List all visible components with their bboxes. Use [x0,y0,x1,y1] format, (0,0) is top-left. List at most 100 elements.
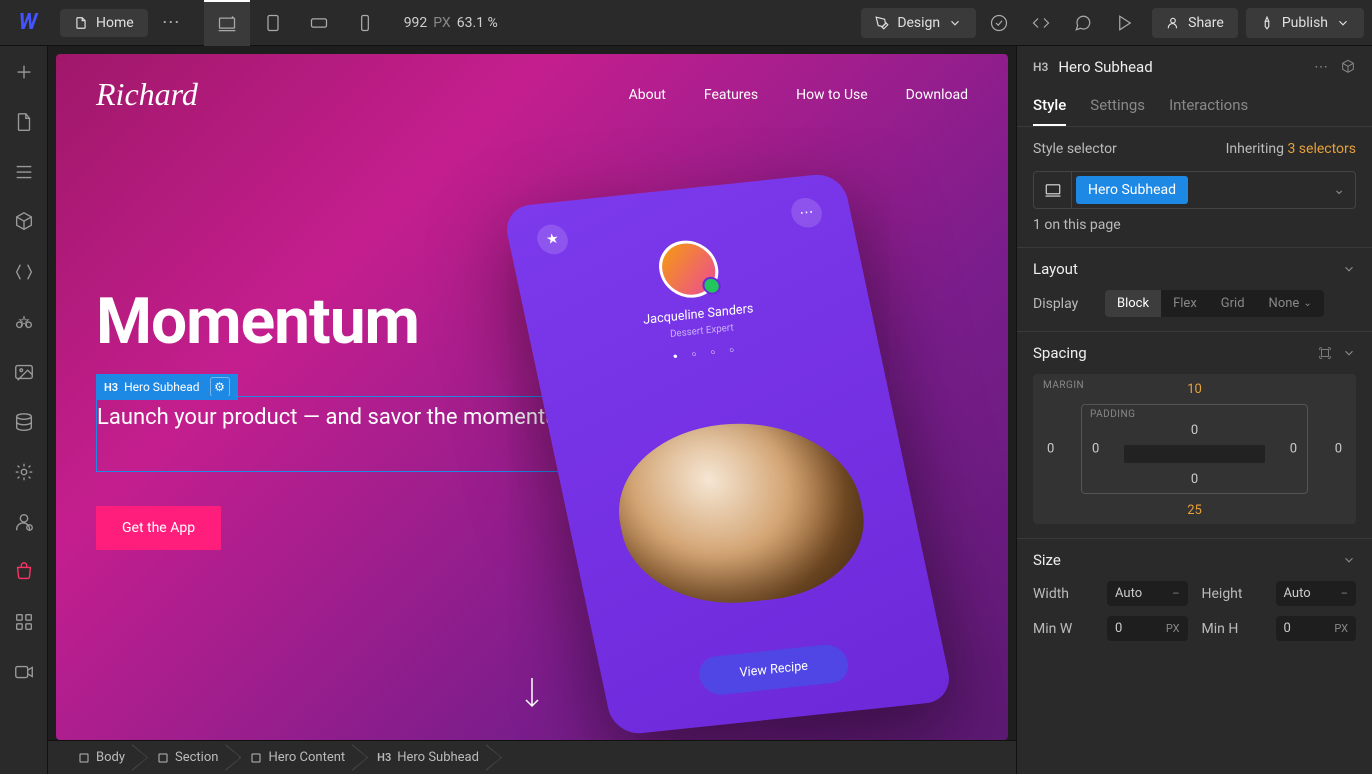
class-selector[interactable]: Hero Subhead ⌄ [1033,171,1356,209]
display-flex[interactable]: Flex [1161,290,1209,317]
chevron-down-icon [1336,16,1350,30]
users-tool[interactable] [10,508,38,536]
display-none[interactable]: None⌄ [1257,290,1324,317]
display-grid[interactable]: Grid [1209,290,1257,317]
phone-mockup: ★ ⋯ Jacqueline Sanders Dessert Expert ● … [502,172,954,736]
display-block[interactable]: Block [1105,290,1161,317]
minh-input[interactable]: 0PX [1276,616,1357,641]
cms-tool[interactable] [10,408,38,436]
nav-download[interactable]: Download [906,87,968,103]
webflow-logo[interactable]: W [8,3,48,43]
phone-avatar [654,238,724,301]
canvas-size-info[interactable]: 992 PX 63.1 % [404,15,498,31]
ecommerce-tool[interactable] [10,558,38,586]
hero-subhead[interactable]: Launch your product — and savor the mome… [96,396,604,472]
breakpoint-landscape[interactable] [296,0,342,46]
margin-label: MARGIN [1043,380,1084,391]
size-section-header[interactable]: Size [1017,538,1372,581]
publish-label: Publish [1282,15,1328,31]
navigator-tool[interactable] [10,158,38,186]
minh-label: Min H [1202,621,1262,637]
person-icon [1166,16,1180,30]
add-element-tool[interactable] [10,58,38,86]
tab-style[interactable]: Style [1033,88,1066,126]
canvas-unit: PX [433,15,450,31]
components-tool[interactable] [10,208,38,236]
padding-left[interactable]: 0 [1092,442,1099,457]
nav-links: About Features How to Use Download [629,87,968,103]
styles-tool[interactable] [10,308,38,336]
crumb-hero-content[interactable]: Hero Content [232,744,359,771]
assets-tool[interactable] [10,358,38,386]
brand-logo[interactable]: Richard [96,76,198,113]
breadcrumb-bar: Body Section Hero Content H3Hero Subhead [48,740,1016,774]
height-input[interactable]: Auto– [1276,581,1357,606]
width-input[interactable]: Auto– [1107,581,1188,606]
focus-icon[interactable] [1340,59,1356,75]
spacing-section-header[interactable]: Spacing [1017,331,1372,374]
page-name: Home [96,15,134,31]
spacing-expand-icon[interactable] [1318,346,1332,360]
zoom-level: 63.1 % [457,15,498,31]
style-selector-row: Style selector Inheriting 3 selectors [1017,127,1372,171]
chevron-down-icon [1342,553,1356,567]
padding-bottom[interactable]: 0 [1191,472,1198,487]
cta-button[interactable]: Get the App [96,506,221,550]
margin-top[interactable]: 10 [1187,382,1202,397]
logic-tool[interactable] [10,458,38,486]
code-icon[interactable] [1022,4,1060,42]
nav-howto[interactable]: How to Use [796,87,868,103]
margin-left[interactable]: 0 [1047,442,1054,457]
margin-bottom[interactable]: 25 [1187,503,1202,518]
canvas-width: 992 [404,15,428,31]
margin-right[interactable]: 0 [1335,442,1342,457]
crumb-body[interactable]: Body [60,744,139,771]
chevron-down-icon[interactable]: ⌄ [1323,182,1355,198]
comment-icon[interactable] [1064,4,1102,42]
tab-settings[interactable]: Settings [1090,88,1145,126]
breakpoint-desktop[interactable] [204,0,250,46]
layout-section-header[interactable]: Layout [1017,247,1372,290]
publish-button[interactable]: Publish [1246,8,1364,38]
tab-interactions[interactable]: Interactions [1169,88,1248,126]
apps-tool[interactable] [10,608,38,636]
check-status-icon[interactable] [980,4,1018,42]
padding-top[interactable]: 0 [1191,423,1198,438]
nav-about[interactable]: About [629,87,666,103]
padding-right[interactable]: 0 [1290,442,1297,457]
instance-count[interactable]: 1 on this page [1017,217,1372,247]
preview-icon[interactable] [1106,4,1144,42]
hero-title[interactable]: Momentum [96,284,419,359]
breakpoint-mobile[interactable] [342,0,388,46]
phone-food-image [602,412,879,613]
variables-tool[interactable] [10,258,38,286]
panel-more-icon[interactable]: ⋯ [1314,59,1328,75]
selection-settings-icon[interactable]: ⚙ [210,377,230,397]
spacing-editor[interactable]: MARGIN 10 0 25 0 PADDING 0 0 0 0 [1033,374,1356,524]
canvas[interactable]: Richard About Features How to Use Downlo… [48,46,1016,740]
page-selector[interactable]: Home [60,9,148,37]
chevron-down-icon [1342,346,1356,360]
breakpoint-tablet[interactable] [250,0,296,46]
minw-label: Min W [1033,621,1093,637]
page-icon [74,16,88,30]
pages-tool[interactable] [10,108,38,136]
style-selector-label: Style selector [1033,141,1117,157]
nav-features[interactable]: Features [704,87,758,103]
mode-dropdown[interactable]: Design [861,8,976,38]
class-chip[interactable]: Hero Subhead [1076,176,1188,204]
crumb-section[interactable]: Section [139,744,232,771]
brush-icon [875,16,889,30]
crumb-hero-subhead[interactable]: H3Hero Subhead [359,744,493,771]
minw-input[interactable]: 0PX [1107,616,1188,641]
breakpoint-group [204,0,388,46]
style-panel: H3 Hero Subhead ⋯ Style Settings Interac… [1016,46,1372,774]
left-toolbar [0,46,48,774]
page-options-button[interactable]: ⋯ [152,3,192,43]
class-breakpoint-icon[interactable] [1034,172,1072,208]
video-tool[interactable] [10,658,38,686]
chevron-down-icon [1342,262,1356,276]
selectors-count[interactable]: 3 selectors [1287,141,1356,157]
share-button[interactable]: Share [1152,8,1238,38]
content-box [1124,445,1265,463]
